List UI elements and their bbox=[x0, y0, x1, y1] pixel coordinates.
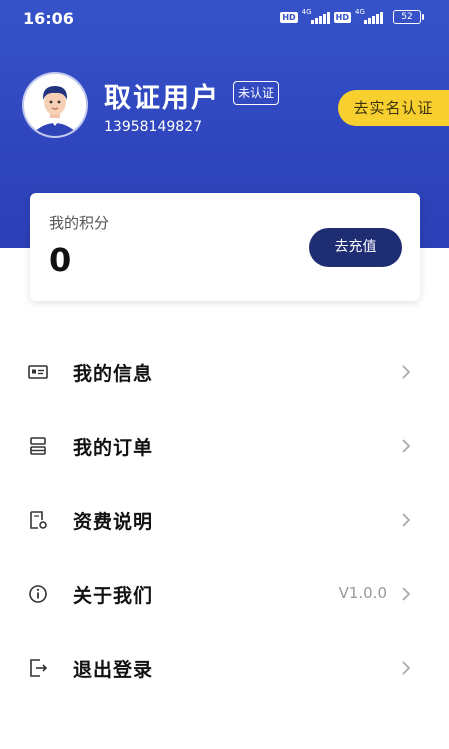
phone-number: 13958149827 bbox=[104, 119, 202, 135]
menu-item-my-orders[interactable]: 我的订单 bbox=[0, 409, 449, 483]
menu-item-label: 我的信息 bbox=[73, 363, 154, 385]
menu-item-logout[interactable]: 退出登录 bbox=[0, 631, 449, 705]
user-name: 取证用户 bbox=[104, 83, 220, 114]
chevron-right-icon bbox=[402, 365, 411, 379]
pricing-doc-icon bbox=[30, 511, 47, 529]
points-card: 我的积分 0 去充值 bbox=[30, 193, 420, 301]
id-card-icon bbox=[28, 365, 48, 379]
verification-status-badge: 未认证 bbox=[233, 81, 280, 105]
app-version: V1.0.0 bbox=[338, 584, 387, 602]
verify-identity-button[interactable]: 去实名认证 bbox=[338, 90, 449, 126]
status-icons: HD 4G HD 4G 52 bbox=[280, 8, 424, 24]
battery-icon: 52 bbox=[393, 10, 424, 24]
recharge-button[interactable]: 去充值 bbox=[309, 228, 402, 267]
menu-item-pricing[interactable]: 资费说明 bbox=[0, 483, 449, 557]
chevron-right-icon bbox=[402, 513, 411, 527]
chevron-right-icon bbox=[402, 661, 411, 675]
menu-list: 我的信息 我的订单 资费说明 关于我们 V1.0.0 退出登录 bbox=[0, 335, 449, 705]
order-icon bbox=[30, 437, 46, 455]
chevron-right-icon bbox=[402, 439, 411, 453]
menu-item-label: 资费说明 bbox=[73, 511, 154, 533]
points-value: 0 bbox=[49, 241, 72, 279]
menu-item-about-us[interactable]: 关于我们 V1.0.0 bbox=[0, 557, 449, 631]
info-icon bbox=[29, 585, 47, 603]
signal-icon: 4G bbox=[355, 8, 383, 24]
avatar[interactable] bbox=[24, 74, 86, 136]
signal-icon: 4G bbox=[302, 8, 330, 24]
menu-item-label: 关于我们 bbox=[73, 585, 154, 607]
hd-icon: HD bbox=[280, 11, 298, 23]
logout-icon bbox=[30, 659, 48, 677]
status-bar: 16:06 HD 4G HD 4G 52 bbox=[0, 0, 449, 36]
avatar-illustration-icon bbox=[24, 74, 86, 136]
hd-icon: HD bbox=[333, 11, 351, 23]
chevron-right-icon bbox=[402, 587, 411, 601]
menu-item-my-info[interactable]: 我的信息 bbox=[0, 335, 449, 409]
menu-item-label: 退出登录 bbox=[73, 659, 154, 681]
menu-item-label: 我的订单 bbox=[73, 437, 154, 459]
points-label: 我的积分 bbox=[49, 214, 110, 232]
status-time: 16:06 bbox=[23, 9, 74, 28]
